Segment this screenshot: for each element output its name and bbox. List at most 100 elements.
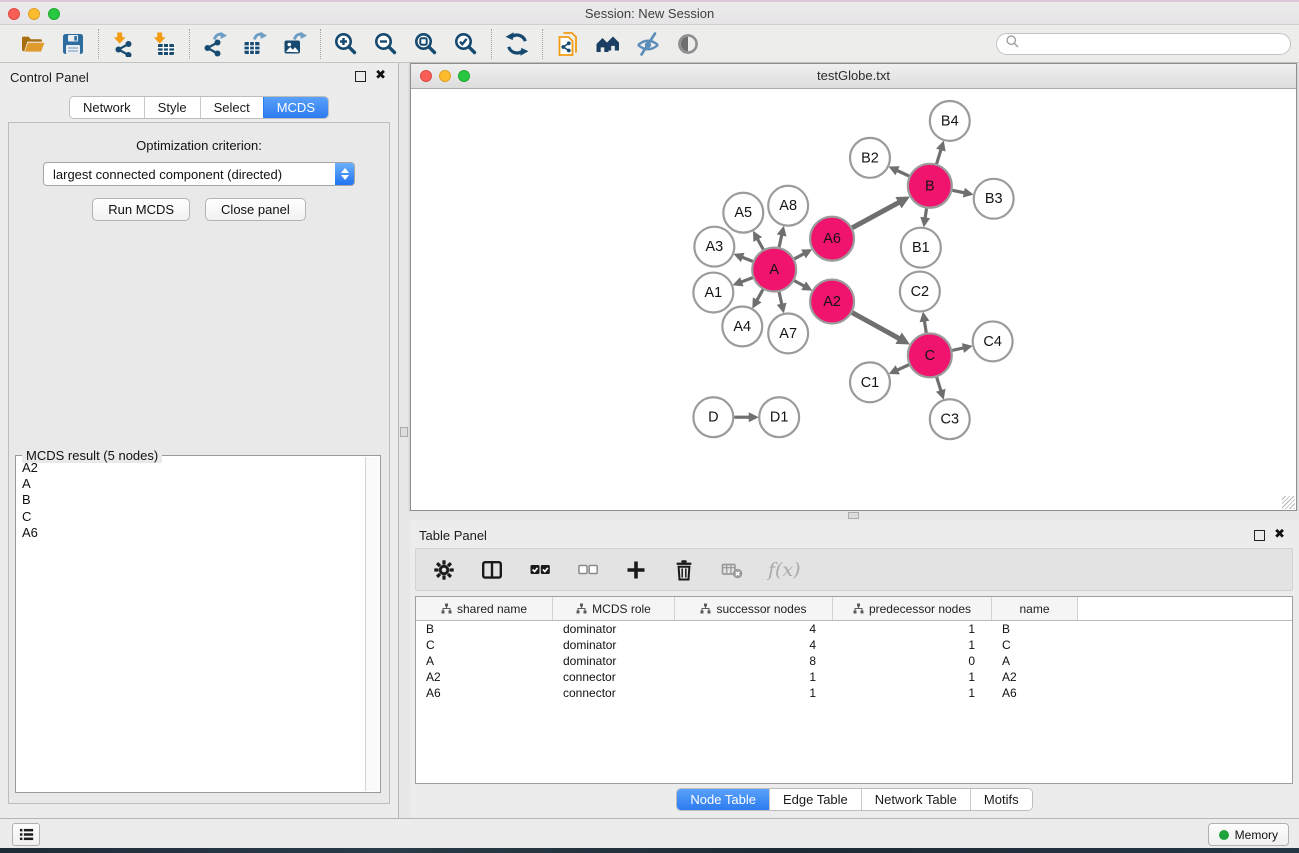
float-table-panel-icon[interactable] <box>1254 530 1265 541</box>
graph-edge-A-A5[interactable] <box>758 239 764 249</box>
eye-icon[interactable] <box>672 29 704 59</box>
graph-node-A5[interactable]: A5 <box>723 193 763 233</box>
graph-edge-C-C2[interactable] <box>924 321 926 333</box>
table-row[interactable]: Cdominator41C <box>416 637 1292 653</box>
cell-predecessor-nodes[interactable]: 1 <box>833 638 992 652</box>
cell-name[interactable]: C <box>992 638 1078 652</box>
cell-MCDS-role[interactable]: connector <box>553 686 675 700</box>
cell-name[interactable]: A2 <box>992 670 1078 684</box>
cell-name[interactable]: B <box>992 622 1078 636</box>
vertical-splitter[interactable] <box>399 63 410 818</box>
mcds-result-item[interactable]: A <box>18 476 365 492</box>
graph-node-B1[interactable]: B1 <box>901 228 941 268</box>
tab-edge-table[interactable]: Edge Table <box>769 789 861 810</box>
cell-MCDS-role[interactable]: dominator <box>553 622 675 636</box>
cell-successor-nodes[interactable]: 4 <box>675 638 833 652</box>
horizontal-splitter[interactable] <box>410 511 1299 520</box>
tab-motifs[interactable]: Motifs <box>970 789 1032 810</box>
zoom-out-icon[interactable] <box>370 29 402 59</box>
cell-shared-name[interactable]: A2 <box>416 670 553 684</box>
graph-edge-A-A1[interactable] <box>741 278 752 282</box>
graph-node-A1[interactable]: A1 <box>693 273 733 313</box>
split-panel-icon[interactable] <box>480 558 504 582</box>
graph-node-C2[interactable]: C2 <box>900 272 940 312</box>
graph-edge-A6-B[interactable] <box>852 202 899 227</box>
mcds-result-list[interactable]: A2ABCA6 <box>18 460 365 790</box>
mcds-result-item[interactable]: A6 <box>18 525 365 541</box>
column-header-predecessor-nodes[interactable]: predecessor nodes <box>833 597 992 620</box>
search-input[interactable] <box>1024 36 1282 52</box>
cell-MCDS-role[interactable]: dominator <box>553 654 675 668</box>
graph-edge-C-C4[interactable] <box>952 348 963 350</box>
cell-name[interactable]: A6 <box>992 686 1078 700</box>
graph-node-A7[interactable]: A7 <box>768 313 808 353</box>
run-mcds-button[interactable]: Run MCDS <box>92 198 190 221</box>
graph-node-B3[interactable]: B3 <box>974 179 1014 219</box>
graph-node-A2[interactable]: A2 <box>810 280 854 324</box>
cell-predecessor-nodes[interactable]: 1 <box>833 670 992 684</box>
graph-node-C1[interactable]: C1 <box>850 362 890 402</box>
graph-node-C[interactable]: C <box>908 333 952 377</box>
cell-name[interactable]: A <box>992 654 1078 668</box>
graph-node-B2[interactable]: B2 <box>850 138 890 178</box>
graph-node-A[interactable]: A <box>752 248 796 292</box>
zoom-in-icon[interactable] <box>330 29 362 59</box>
column-header-successor-nodes[interactable]: successor nodes <box>675 597 833 620</box>
table-row[interactable]: Adominator80A <box>416 653 1292 669</box>
cell-predecessor-nodes[interactable]: 0 <box>833 654 992 668</box>
zoom-fit-icon[interactable] <box>410 29 442 59</box>
graph-edge-A-A7[interactable] <box>779 292 782 304</box>
graph-edge-A-A4[interactable] <box>757 290 763 301</box>
apply-layout-icon[interactable] <box>501 29 533 59</box>
cell-shared-name[interactable]: A <box>416 654 553 668</box>
network-window-titlebar[interactable]: testGlobe.txt <box>411 64 1296 89</box>
graph-node-C4[interactable]: C4 <box>973 321 1013 361</box>
graph-edge-B-B3[interactable] <box>952 190 964 192</box>
graph-node-A8[interactable]: A8 <box>768 186 808 226</box>
mcds-result-item[interactable]: C <box>18 509 365 525</box>
tab-node-table[interactable]: Node Table <box>677 789 769 810</box>
cell-predecessor-nodes[interactable]: 1 <box>833 686 992 700</box>
cell-shared-name[interactable]: B <box>416 622 553 636</box>
export-table-icon[interactable] <box>239 29 271 59</box>
cell-shared-name[interactable]: A6 <box>416 686 553 700</box>
settings-gear-icon[interactable] <box>432 558 456 582</box>
cell-predecessor-nodes[interactable]: 1 <box>833 622 992 636</box>
graph-node-A6[interactable]: A6 <box>810 217 854 261</box>
deselect-all-icon[interactable] <box>576 558 600 582</box>
optimization-criterion-select[interactable]: largest connected component (directed) <box>43 162 355 186</box>
vertical-splitter-handle[interactable] <box>400 427 408 437</box>
graph-edge-B-B1[interactable] <box>925 209 926 218</box>
cell-successor-nodes[interactable]: 8 <box>675 654 833 668</box>
graph-edge-C-C3[interactable] <box>937 377 941 390</box>
cell-MCDS-role[interactable]: connector <box>553 670 675 684</box>
table-row[interactable]: A6connector11A6 <box>416 685 1292 701</box>
graph-edge-A-A2[interactable] <box>794 281 804 286</box>
cell-successor-nodes[interactable]: 1 <box>675 686 833 700</box>
task-history-button[interactable] <box>12 823 40 846</box>
tab-style[interactable]: Style <box>144 97 200 118</box>
float-panel-icon[interactable] <box>355 71 366 82</box>
graph-node-B[interactable]: B <box>908 164 952 208</box>
search-box[interactable] <box>996 33 1291 55</box>
window-resize-grip[interactable] <box>1282 496 1295 509</box>
select-all-icon[interactable] <box>528 558 552 582</box>
export-network-icon[interactable] <box>199 29 231 59</box>
graph-edge-A-A8[interactable] <box>779 235 782 247</box>
export-image-icon[interactable] <box>279 29 311 59</box>
tab-mcds[interactable]: MCDS <box>263 97 328 118</box>
graph-node-A3[interactable]: A3 <box>694 227 734 267</box>
tab-network-table[interactable]: Network Table <box>861 789 970 810</box>
horizontal-splitter-handle[interactable] <box>848 512 859 519</box>
copy-network-icon[interactable] <box>552 29 584 59</box>
import-table-icon[interactable] <box>148 29 180 59</box>
graph-edge-A-A3[interactable] <box>742 257 752 261</box>
graph-edge-A2-C[interactable] <box>852 313 899 339</box>
cell-shared-name[interactable]: C <box>416 638 553 652</box>
network-canvas[interactable]: B4B2BB3A8A5A6A3B1AC2A1A2A4A7C4CC1C3DD1 <box>412 89 1295 509</box>
memory-button[interactable]: Memory <box>1208 823 1289 846</box>
mcds-result-item[interactable]: B <box>18 492 365 508</box>
graph-edge-B-B2[interactable] <box>897 171 909 177</box>
tab-select[interactable]: Select <box>200 97 263 118</box>
import-network-icon[interactable] <box>108 29 140 59</box>
